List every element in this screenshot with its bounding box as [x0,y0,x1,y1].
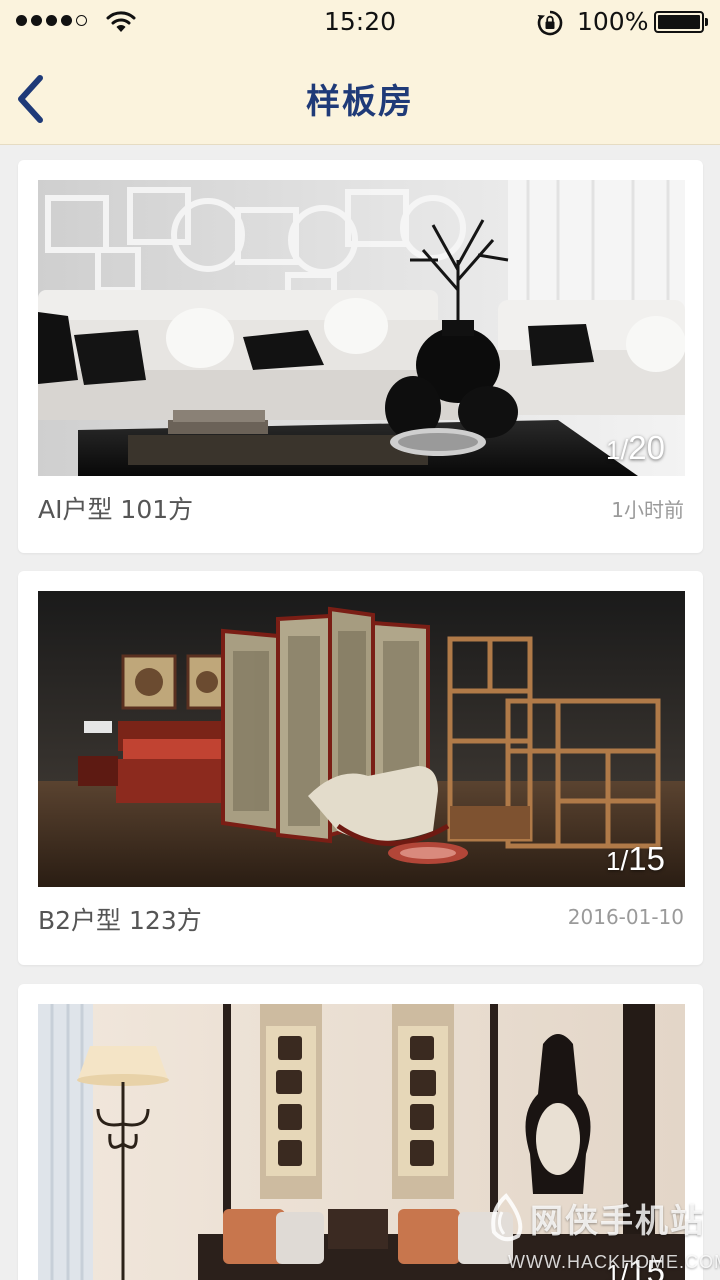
photo-index: 1 [606,435,621,465]
room-photo[interactable]: 1/20 [38,180,685,476]
sample-room-card[interactable]: 1/15 [18,984,703,1280]
photo-index: 1 [606,1259,621,1280]
living-room-photo [38,180,685,476]
listing-time: 1小时前 [611,498,684,522]
photo-counter: 1/15 [606,842,665,875]
listing-title: AI户型 101方 [38,495,194,524]
bedroom-photo [38,591,685,887]
sample-room-card[interactable]: 1/15 B2户型 123方 2016-01-10 [18,571,703,965]
battery-icon [654,11,708,33]
rotation-lock-icon [537,10,563,36]
listing-title: B2户型 123方 [38,906,202,935]
photo-counter: 1/15 [606,1255,665,1280]
photo-counter: 1/20 [606,431,665,464]
room-photo[interactable]: 1/15 [38,591,685,887]
lounge-photo [38,1004,685,1280]
page-title: 样板房 [306,82,414,122]
status-bar: 15:20 100% [0,0,720,44]
photo-total: 15 [628,1253,665,1280]
battery-percent: 100% [577,7,649,36]
listing-time: 2016-01-10 [567,905,684,929]
room-photo[interactable]: 1/15 [38,1004,685,1280]
photo-index: 1 [606,846,621,876]
top-bar: 15:20 100% 样板房 [0,0,720,145]
battery-fill [658,15,700,29]
photo-total: 15 [628,840,665,877]
sample-room-list[interactable]: 1/20 AI户型 101方 1小时前 1/15 B2户型 123方 2016-… [0,145,720,1280]
sample-room-card[interactable]: 1/20 AI户型 101方 1小时前 [18,160,703,553]
photo-total: 20 [628,429,665,466]
